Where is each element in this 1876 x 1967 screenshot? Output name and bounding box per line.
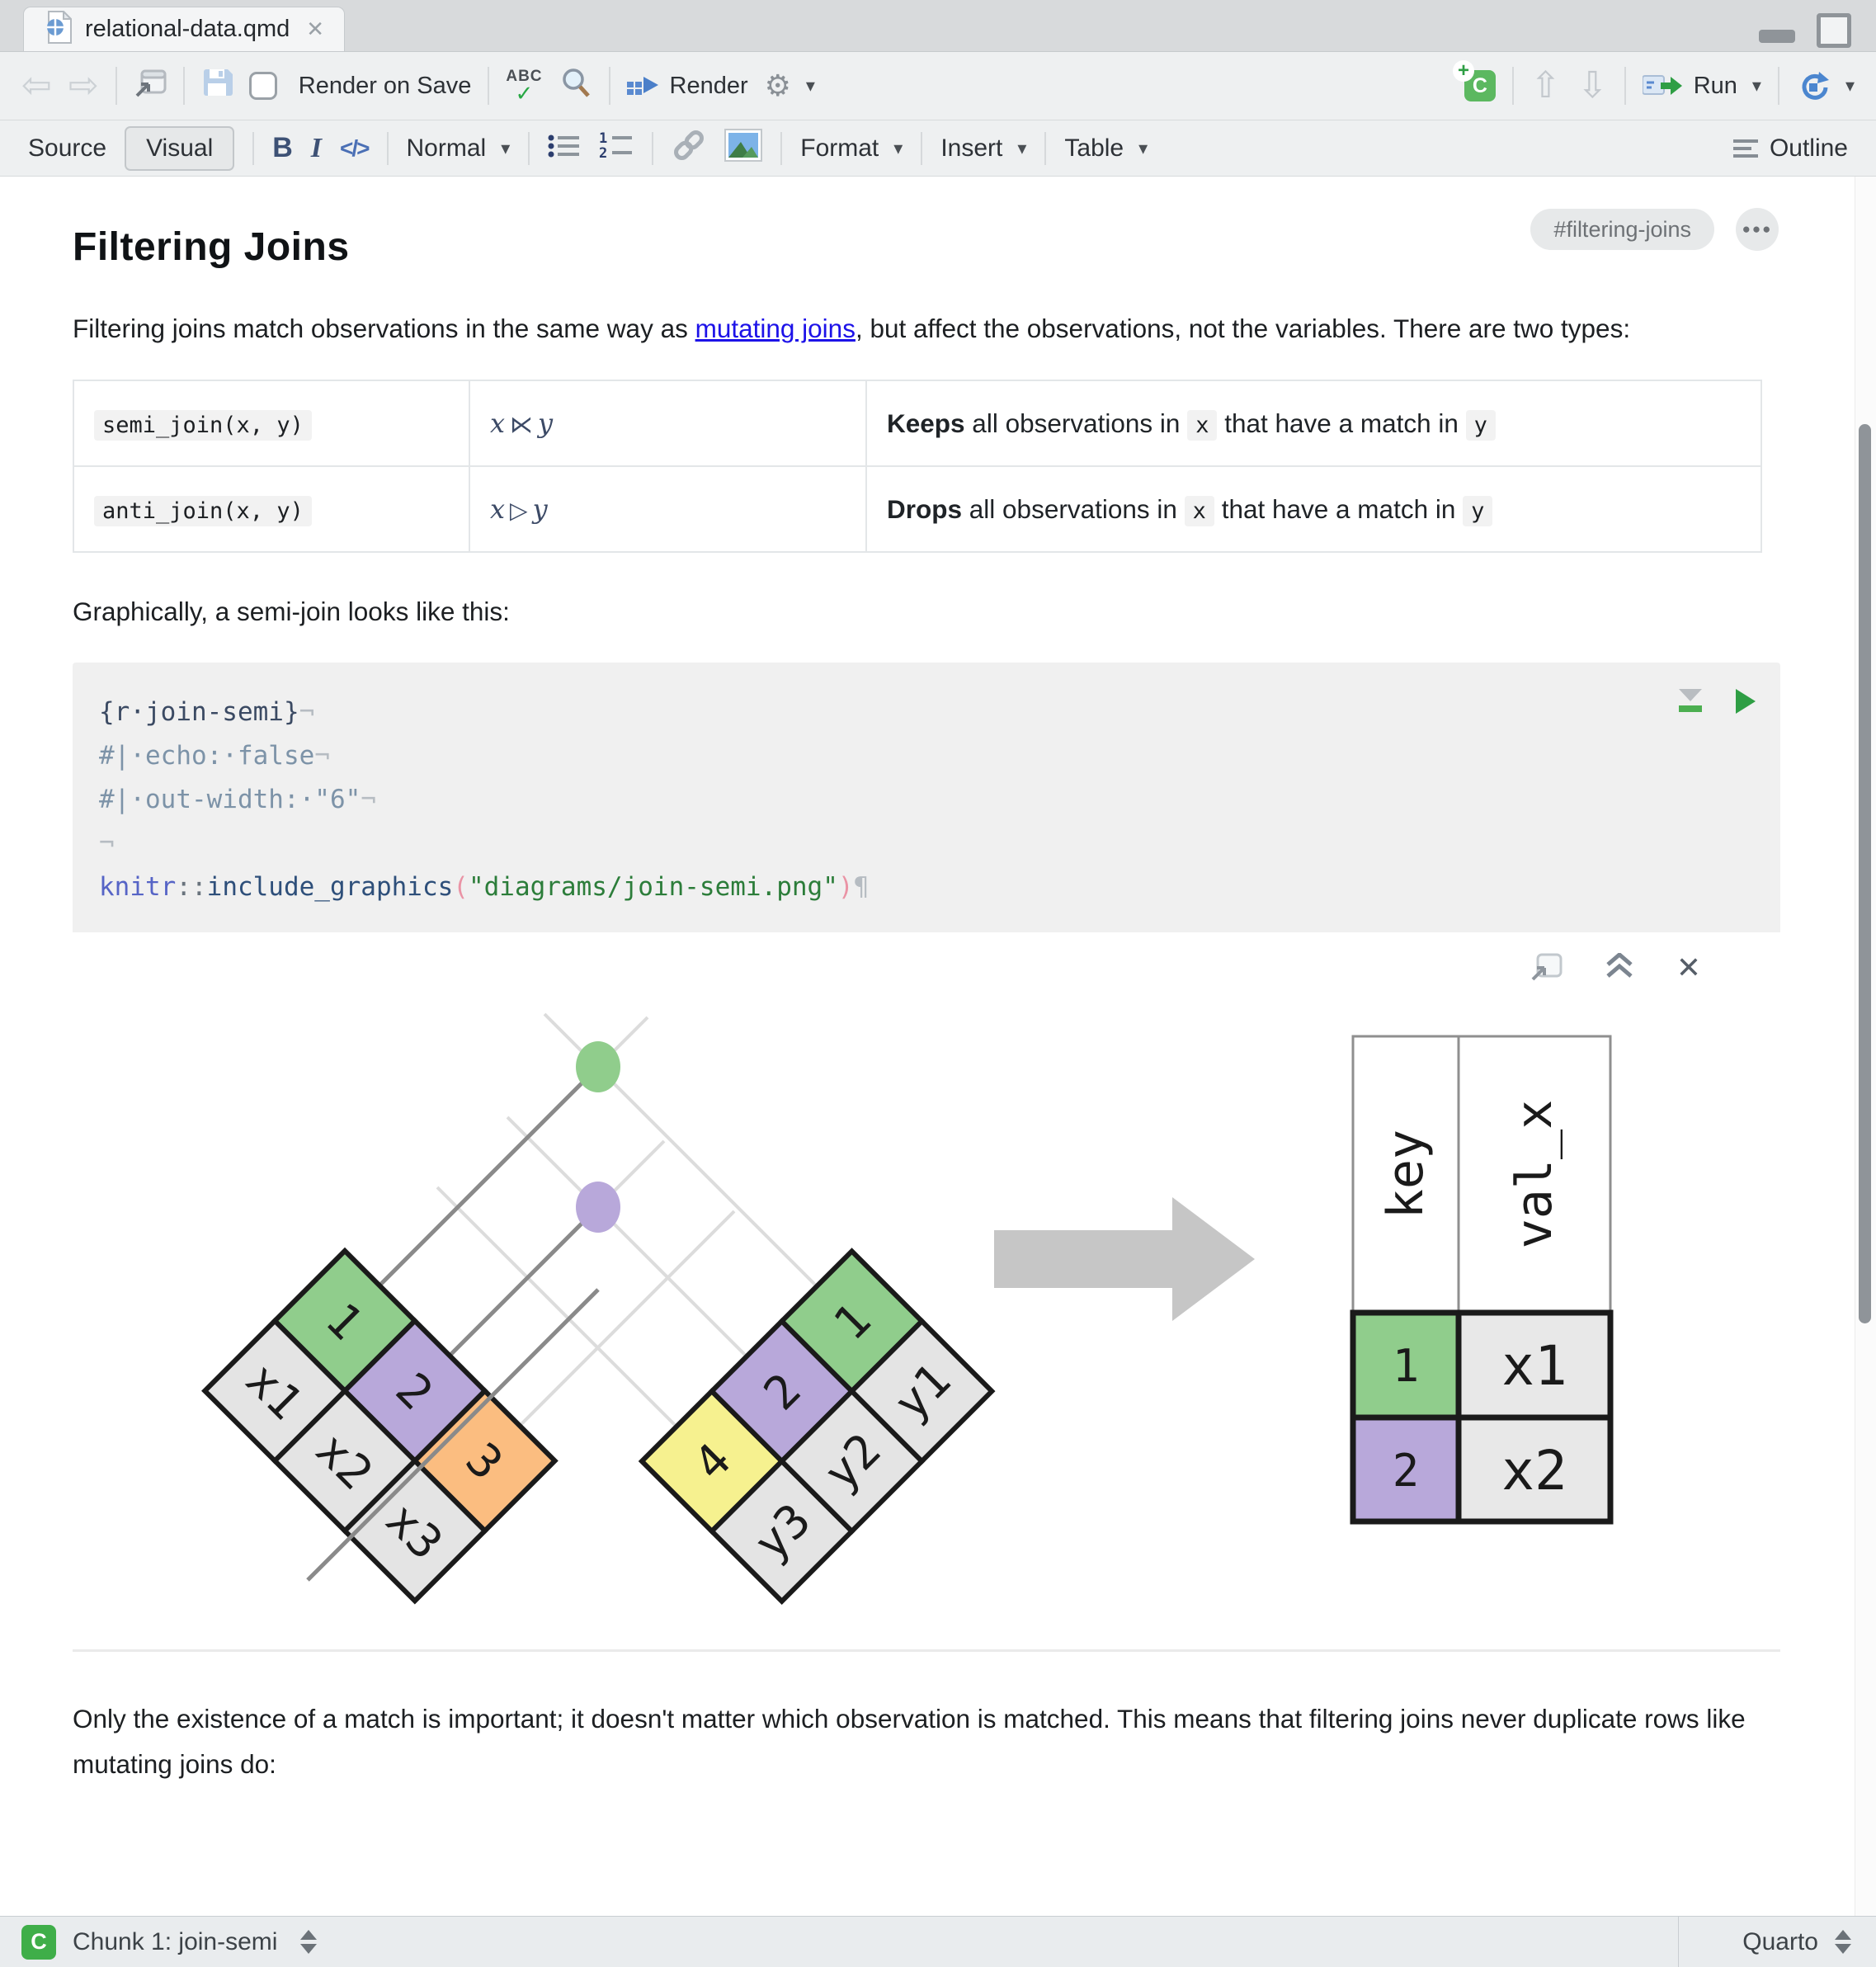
table-row: anti_join(x, y) x ▷ y Drops all observatio… <box>73 465 1762 554</box>
result-table: key val_x 1 x1 2 x2 <box>1350 1035 1614 1525</box>
run-icon <box>1642 75 1682 95</box>
anti-join-math: x ▷ y <box>490 493 548 526</box>
render-icon <box>626 77 658 95</box>
tab-close-icon[interactable]: ✕ <box>306 17 324 42</box>
plus-icon: + <box>1452 59 1474 82</box>
run-all-above-icon[interactable] <box>1678 684 1703 728</box>
back-icon[interactable]: ⇦ <box>21 68 52 104</box>
semi-join-code: semi_join(x, y) <box>94 409 312 441</box>
chevron-down-icon: ▾ <box>1751 75 1761 96</box>
maximize-pane-icon[interactable] <box>1817 13 1851 48</box>
chunk-nav-updown-icon <box>300 1930 318 1954</box>
chevron-down-icon: ▾ <box>1138 137 1148 158</box>
code-chunk[interactable]: {r·join-semi}¬ #|·echo:·false¬ #|·out-wi… <box>73 663 1780 933</box>
chunk-code-line: knitr::include_graphics("diagrams/join-s… <box>99 872 870 903</box>
editor-canvas[interactable]: #filtering-joins ●●● Filtering Joins Fil… <box>0 177 1876 1916</box>
tab-relational-data[interactable]: relational-data.qmd ✕ <box>23 7 346 51</box>
inline-code-button[interactable]: </> <box>340 135 370 162</box>
section-options-button[interactable]: ●●● <box>1736 208 1779 251</box>
chevron-down-icon: ▾ <box>1017 137 1027 158</box>
render-button[interactable]: Render <box>626 73 748 100</box>
chunk-header-line: {r·join-semi}¬ <box>99 697 315 728</box>
svg-text:2: 2 <box>1393 1445 1420 1497</box>
match-dot-green <box>576 1041 620 1093</box>
graphically-paragraph: Graphically, a semi-join looks like this… <box>73 597 510 627</box>
section-anchor-badge: #filtering-joins <box>1530 209 1714 250</box>
arrow-icon <box>994 1197 1255 1322</box>
closing-paragraph: Only the existence of a match is importa… <box>73 1704 1746 1780</box>
mutating-joins-link[interactable]: mutating joins <box>695 314 856 343</box>
bold-button[interactable]: B <box>272 132 293 164</box>
outline-toggle[interactable]: Outline <box>1732 134 1848 163</box>
source-mode-button[interactable]: Source <box>28 134 106 163</box>
match-dot-purple <box>576 1182 620 1234</box>
paragraph-style-select[interactable]: Normal ▾ <box>407 134 511 163</box>
outline-icon <box>1732 139 1758 158</box>
language-mode-selector[interactable]: Quarto <box>1678 1917 1876 1967</box>
run-button[interactable]: Run ▾ <box>1642 73 1761 100</box>
chunk-option-line: #|·out-width:·"6"¬ <box>99 785 376 815</box>
intro-paragraph: Filtering joins match observations in th… <box>73 314 1631 343</box>
chunk-navigator[interactable]: Chunk 1: join-semi <box>73 1928 318 1956</box>
svg-text:x2: x2 <box>1501 1439 1567 1502</box>
chunk-output: ✕ 1 2 3 x1 x2 x3 4 2 1 y3 y2 y1 key val_… <box>73 932 1780 1653</box>
format-toolbar: Source Visual B I </> Normal ▾ 1 2 Forma… <box>0 120 1876 177</box>
spellcheck-icon[interactable]: ABC ✓ <box>506 68 542 104</box>
table-row: semi_join(x, y) x ⋉ y Keeps all observatio… <box>73 380 1762 468</box>
chevron-down-icon: ▾ <box>501 137 511 158</box>
collapse-output-icon[interactable] <box>1605 951 1633 984</box>
language-updown-icon <box>1835 1930 1851 1954</box>
table-menu[interactable]: Table ▾ <box>1064 134 1148 163</box>
minimize-pane-icon[interactable] <box>1759 30 1795 43</box>
chevron-down-icon: ▾ <box>893 137 903 158</box>
show-in-new-window-icon[interactable] <box>1530 951 1563 985</box>
svg-text:2: 2 <box>599 145 607 159</box>
image-icon[interactable] <box>724 128 763 168</box>
save-icon[interactable] <box>201 67 233 105</box>
scrollbar-thumb[interactable] <box>1859 424 1871 1323</box>
semi-join-math: x ⋉ y <box>490 408 554 440</box>
jump-next-icon[interactable]: ⇩ <box>1577 68 1608 104</box>
render-on-save-toggle[interactable]: Render on Save <box>248 72 471 100</box>
tab-title: relational-data.qmd <box>85 16 290 42</box>
svg-text:x1: x1 <box>1501 1334 1567 1398</box>
chunk-option-line: #|·echo:·false¬ <box>99 741 330 771</box>
forward-icon[interactable]: ⇨ <box>68 68 99 104</box>
vertical-scrollbar[interactable] <box>1855 177 1876 1916</box>
jump-previous-icon[interactable]: ⇧ <box>1530 68 1561 104</box>
quarto-file-icon <box>44 9 73 48</box>
open-in-new-window-icon[interactable] <box>134 68 167 104</box>
chevron-down-icon: ▾ <box>1845 75 1855 96</box>
svg-text:val_x: val_x <box>1506 1100 1563 1249</box>
main-toolbar: ⇦ ⇨ Render on Save ABC ✓ Render ⚙ ▾ C + … <box>0 51 1876 120</box>
semi-join-diagram: 1 2 3 x1 x2 x3 4 2 1 y3 y2 y1 key val_x … <box>201 1012 1614 1606</box>
run-chunk-icon[interactable] <box>1736 684 1756 728</box>
render-on-save-checkbox[interactable] <box>248 72 277 100</box>
rerun-icon <box>1802 72 1829 100</box>
tab-bar: relational-data.qmd ✕ <box>0 0 1876 51</box>
chunk-blank-line: ¬ <box>99 828 115 859</box>
rstudio-source-pane: relational-data.qmd ✕ ⇦ ⇨ Render on Save… <box>0 0 1876 1967</box>
svg-text:1: 1 <box>1393 1340 1420 1392</box>
visual-mode-button[interactable]: Visual <box>125 125 235 171</box>
anti-join-code: anti_join(x, y) <box>94 495 312 526</box>
join-types-table: semi_join(x, y) x ⋉ y Keeps all observatio… <box>73 380 1762 554</box>
clear-output-icon[interactable]: ✕ <box>1676 950 1701 985</box>
bullet-list-icon[interactable] <box>548 133 581 164</box>
svg-text:key: key <box>1377 1130 1435 1219</box>
numbered-list-icon[interactable]: 1 2 <box>599 130 634 166</box>
italic-button[interactable]: I <box>311 133 322 164</box>
gear-icon: ⚙ <box>764 68 791 102</box>
search-icon[interactable] <box>559 66 592 106</box>
page-title: Filtering Joins <box>73 225 350 269</box>
render-settings-button[interactable]: ⚙ ▾ <box>765 68 815 103</box>
chunk-badge-icon: C <box>21 1924 56 1960</box>
rerun-button[interactable]: ▾ <box>1796 70 1855 101</box>
chevron-down-icon: ▾ <box>805 75 815 96</box>
insert-menu[interactable]: Insert ▾ <box>940 134 1026 163</box>
link-icon[interactable] <box>672 129 706 168</box>
status-bar: C Chunk 1: join-semi Quarto <box>0 1916 1876 1967</box>
insert-chunk-button[interactable]: C + <box>1452 59 1496 101</box>
format-menu[interactable]: Format ▾ <box>800 134 903 163</box>
